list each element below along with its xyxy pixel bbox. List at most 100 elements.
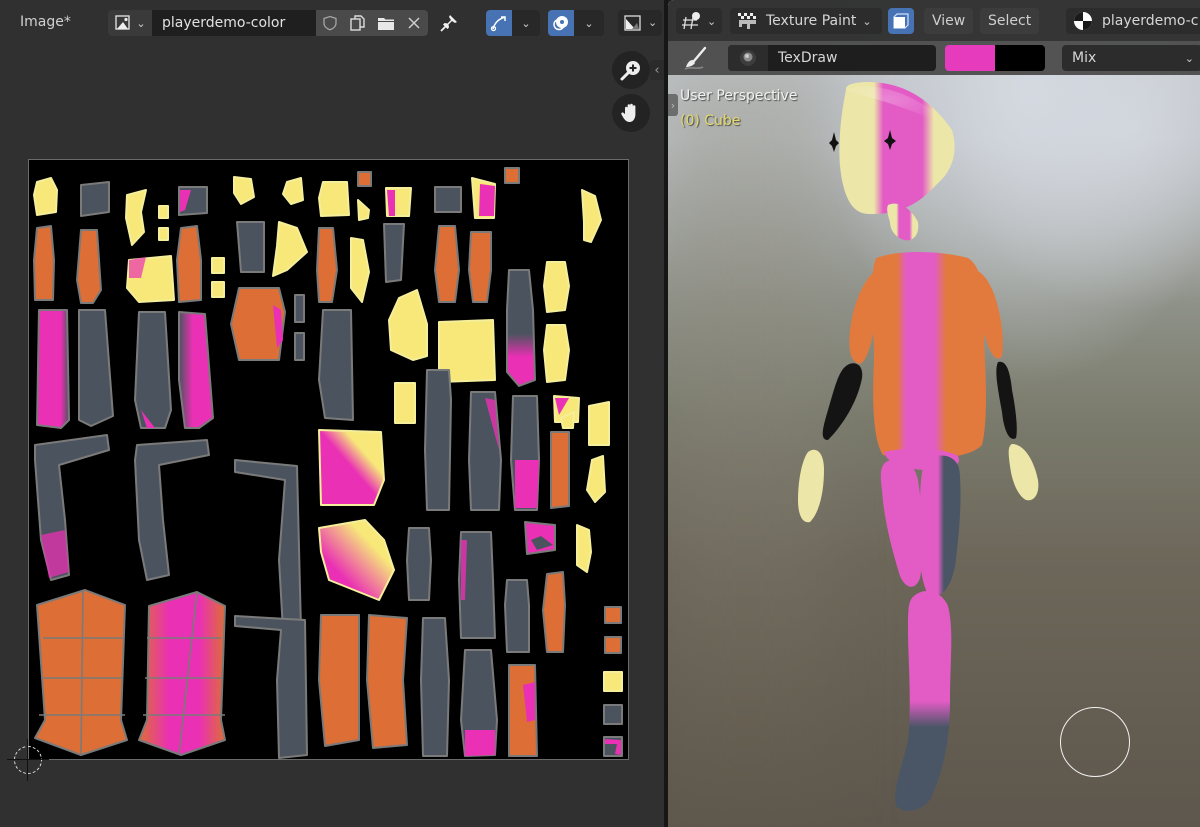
uv-island [125,189,147,246]
uv-island [542,571,566,653]
brush-selector[interactable]: TexDraw [728,45,936,71]
display-channels-button[interactable] [548,10,574,36]
uv-island [543,261,570,313]
image-display-selector[interactable]: ⌄ [618,10,662,36]
character-torso [871,252,986,459]
uv-island [318,519,395,601]
character-eye [829,132,839,152]
uv-sync-button[interactable] [486,10,512,36]
uv-island [383,223,405,283]
duplicate-icon [350,15,365,31]
material-sphere-icon [1074,12,1092,30]
uv-island [366,614,408,749]
image-display-button[interactable] [620,10,646,36]
pin-icon [440,15,457,32]
uv-island [33,225,55,301]
uv-island [420,617,450,757]
pan-view-button[interactable] [612,94,650,132]
uv-island [234,615,308,759]
character-upper-arm-left [849,270,876,364]
sidebar-toggle-button[interactable]: ‹ [650,60,664,80]
uv-island [388,289,428,361]
uv-island [588,401,610,446]
brush-preview-button[interactable] [728,45,768,71]
zoom-view-button[interactable] [612,51,650,89]
active-tool-button[interactable] [682,44,710,72]
pin-button[interactable] [436,11,462,35]
image-menu[interactable]: Image* [20,14,71,30]
blend-mode-selector[interactable]: Mix ⌄ [1062,45,1200,71]
uv-island [479,184,495,216]
uv-sync-dropdown[interactable]: ⌄ [512,10,540,36]
face-mask-toggle[interactable] [888,8,914,34]
editor-type-selector[interactable]: ⌄ [676,8,722,34]
chevron-down-icon: ⌄ [862,14,872,28]
uv-island [603,704,623,725]
image-datablock-selector: ⌄ playerdemo-color [108,10,428,36]
checker-brush-icon [738,13,756,29]
image-name-field[interactable]: playerdemo-color [152,10,316,36]
secondary-color-swatch[interactable] [995,45,1045,71]
uv-island [465,730,495,756]
uv-island [586,455,606,503]
character-model[interactable] [668,0,1200,827]
menu-select[interactable]: Select [980,8,1040,34]
toolbar-toggle-button[interactable]: › [668,94,678,116]
color-swatches [945,45,1045,71]
uv-island [318,309,354,421]
character-thigh-right [919,455,961,596]
display-channels-dropdown[interactable]: ⌄ [574,10,604,36]
uv-islands [33,167,623,759]
uv-island [318,614,360,747]
uv-island [357,171,372,187]
2d-cursor[interactable] [7,739,49,781]
uv-island [406,527,432,601]
uv-island [233,176,255,205]
open-image-button[interactable] [372,10,400,36]
folder-icon [378,18,394,30]
uv-island [550,431,570,509]
uv-island [318,429,385,506]
uv-island [350,237,370,303]
uv-island [176,225,202,303]
blend-mode-label: Mix [1072,50,1097,66]
menu-view[interactable]: View [924,8,974,34]
3d-viewport[interactable]: ⌄ Texture Paint ⌄ View Select playerdemo… [668,0,1200,827]
fake-user-button[interactable] [316,10,344,36]
view-perspective-label: User Perspective [680,88,798,104]
uv-island [424,369,452,511]
uv-island [282,177,304,205]
chevron-left-icon: ‹ [654,62,660,78]
chevron-down-icon: ⌄ [648,16,658,29]
uv-island [604,636,622,654]
chevron-down-icon: ⌄ [584,16,594,30]
uv-island [434,225,460,303]
uv-island [211,281,225,298]
image-browse-button[interactable]: ⌄ [108,10,152,36]
primary-color-swatch[interactable] [945,45,995,71]
image-editor-header: Image* ⌄ playerdemo-color ⌄ ⌄ ⌄ [0,4,664,40]
brush-icon [684,46,707,70]
uv-island [236,221,265,273]
character-forearm-left [822,363,863,440]
mode-selector[interactable]: Texture Paint ⌄ [730,8,882,34]
character-thigh-left [880,459,923,587]
uv-texture-image[interactable] [28,159,629,760]
uv-island [33,177,58,216]
material-selector[interactable]: playerdemo-c [1066,8,1200,34]
uv-island [357,199,370,221]
uv-island [468,231,492,303]
duplicate-image-button[interactable] [344,10,372,36]
uv-island [506,269,536,387]
uv-island [211,257,225,274]
hand-icon [621,103,636,122]
unlink-image-button[interactable] [400,10,428,36]
character-hand-right [1008,444,1039,501]
image-display-icon [624,15,641,31]
zoom-in-icon [620,61,640,81]
object-mode-paint-icon [682,12,700,30]
uv-island [294,332,305,361]
chevron-right-icon: › [670,98,676,112]
uv-island [41,530,69,578]
uv-island [80,181,110,217]
